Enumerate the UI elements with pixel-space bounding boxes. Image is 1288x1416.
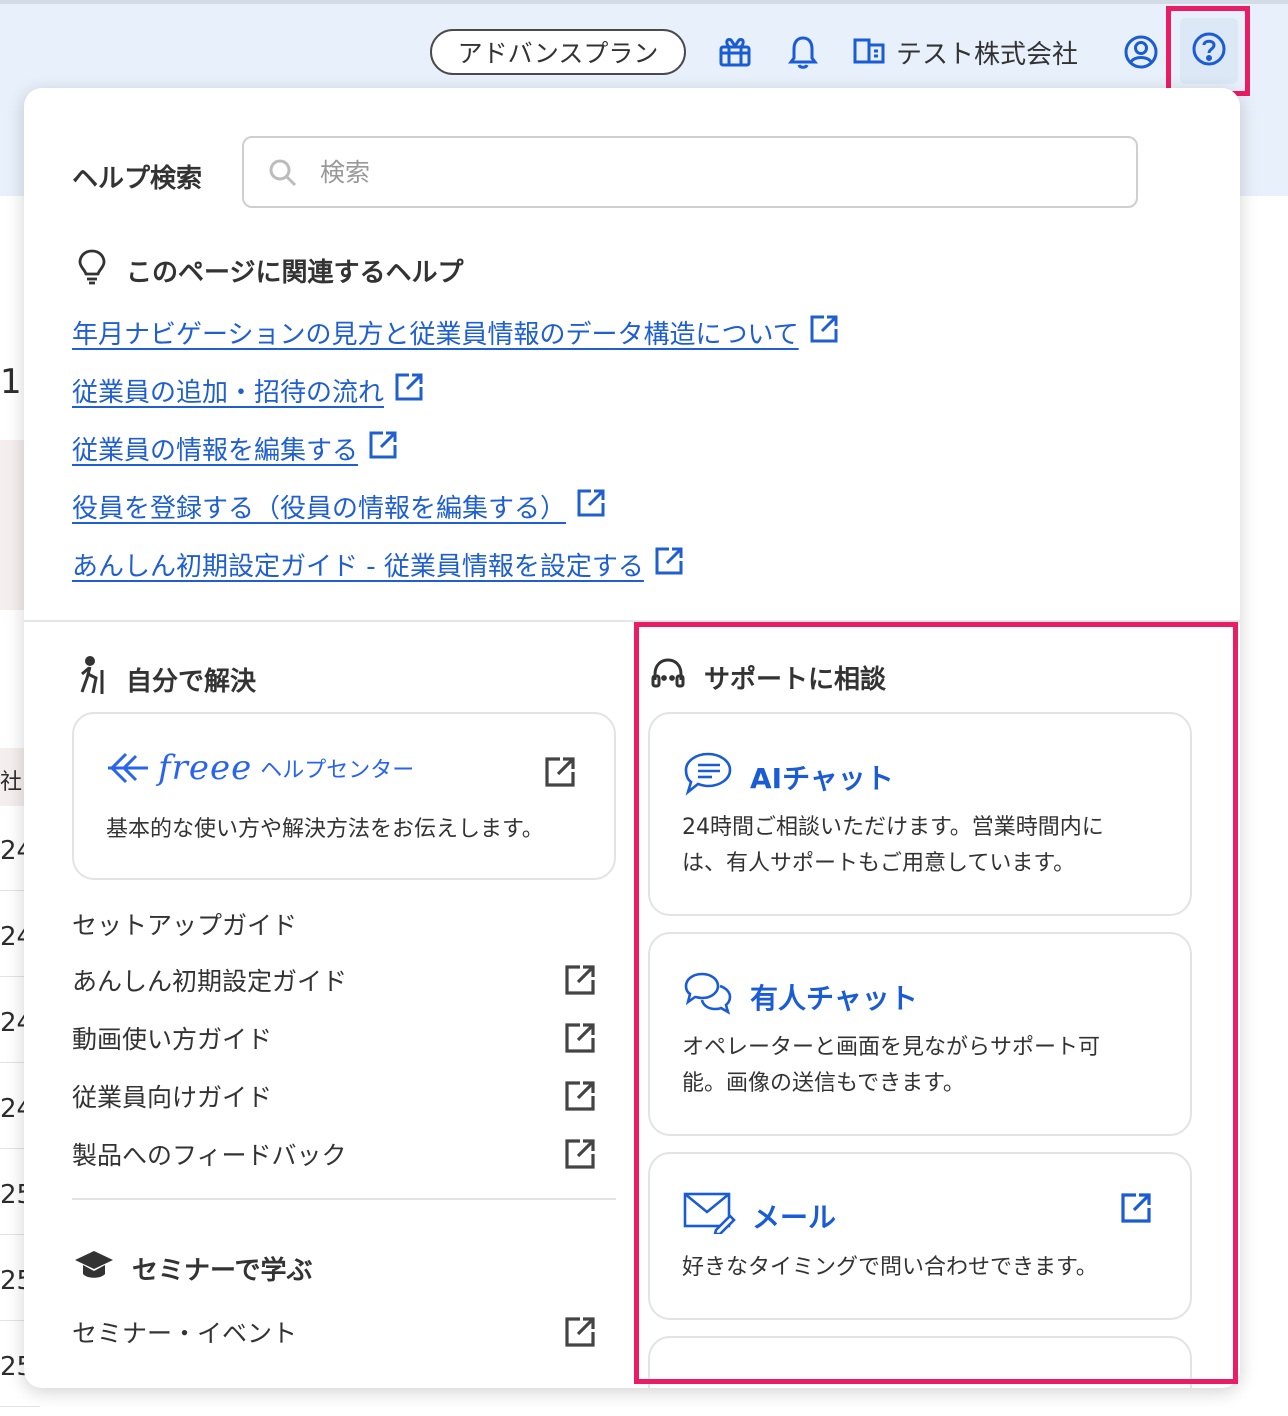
guide-link-video[interactable]: 動画使い方ガイド <box>72 1020 272 1056</box>
related-help-link[interactable]: 役員を登録する（役員の情報を編集する） <box>72 486 608 527</box>
seminar-event-link[interactable]: セミナー・イベント <box>72 1314 297 1350</box>
seminar-heading: セミナーで学ぶ <box>74 1248 312 1289</box>
related-help-link-text: 役員を登録する（役員の情報を編集する） <box>72 494 567 524</box>
external-link-icon[interactable] <box>562 1020 598 1060</box>
external-link-icon <box>574 486 608 527</box>
hiker-icon <box>76 656 108 703</box>
guide-link-employee[interactable]: 従業員向けガイド <box>72 1078 272 1114</box>
list-divider <box>72 1198 616 1200</box>
external-link-icon <box>807 312 841 353</box>
self-solve-title: 自分で解決 <box>126 667 257 697</box>
seminar-title: セミナーで学ぶ <box>132 1256 313 1286</box>
external-link-icon <box>392 370 426 411</box>
self-solve-heading: 自分で解決 <box>76 656 256 703</box>
related-help-link-text: 年月ナビゲーションの見方と従業員情報のデータ構造について <box>72 320 799 350</box>
account-icon[interactable] <box>1122 33 1160 71</box>
company-name: テスト株式会社 <box>896 39 1079 70</box>
guide-link-feedback[interactable]: 製品へのフィードバック <box>72 1136 347 1172</box>
building-icon <box>852 34 886 71</box>
lightbulb-icon <box>76 248 108 293</box>
related-help-link-text: 従業員の情報を編集する <box>72 436 359 466</box>
highlight-support-section <box>634 622 1238 1384</box>
related-help-link[interactable]: 年月ナビゲーションの見方と従業員情報のデータ構造について <box>72 312 841 353</box>
external-link-icon <box>652 544 686 585</box>
external-link-icon[interactable] <box>562 1136 598 1176</box>
help-search-input[interactable] <box>320 152 1100 192</box>
related-help-link[interactable]: 従業員の情報を編集する <box>72 428 400 469</box>
related-help-link-text: あんしん初期設定ガイド - 従業員情報を設定する <box>72 552 644 582</box>
gift-icon[interactable] <box>716 33 754 71</box>
external-link-icon <box>366 428 400 469</box>
highlight-help-button <box>1166 6 1250 96</box>
graduation-cap-icon <box>74 1248 114 1289</box>
related-help-title: このページに関連するヘルプ <box>126 258 464 288</box>
plan-badge[interactable]: アドバンスプラン <box>430 29 686 75</box>
help-center-description: 基本的な使い方や解決方法をお伝えします。 <box>106 817 544 842</box>
guide-link-anshin[interactable]: あんしん初期設定ガイド <box>72 962 347 998</box>
bg-row-divider <box>0 1406 40 1407</box>
external-link-icon <box>542 754 578 794</box>
related-help-link-text: 従業員の追加・招待の流れ <box>72 378 385 408</box>
help-search-box[interactable] <box>242 136 1138 208</box>
company-switcher[interactable]: テスト株式会社 <box>852 30 1078 74</box>
external-link-icon[interactable] <box>562 1314 598 1354</box>
external-link-icon[interactable] <box>562 962 598 1002</box>
search-icon <box>268 158 298 192</box>
freee-logo: freee ヘルプセンター <box>106 748 414 788</box>
setup-guide-label: セットアップガイド <box>72 911 298 940</box>
related-help-link[interactable]: 従業員の追加・招待の流れ <box>72 370 426 411</box>
related-help-link[interactable]: あんしん初期設定ガイド - 従業員情報を設定する <box>72 544 686 585</box>
external-link-icon[interactable] <box>562 1078 598 1118</box>
help-search-label: ヘルプ検索 <box>72 164 203 194</box>
related-help-heading: このページに関連するヘルプ <box>76 248 463 293</box>
notification-bell-icon[interactable] <box>784 33 822 71</box>
help-center-card[interactable]: freee ヘルプセンター 基本的な使い方や解決方法をお伝えします。 <box>72 712 616 880</box>
